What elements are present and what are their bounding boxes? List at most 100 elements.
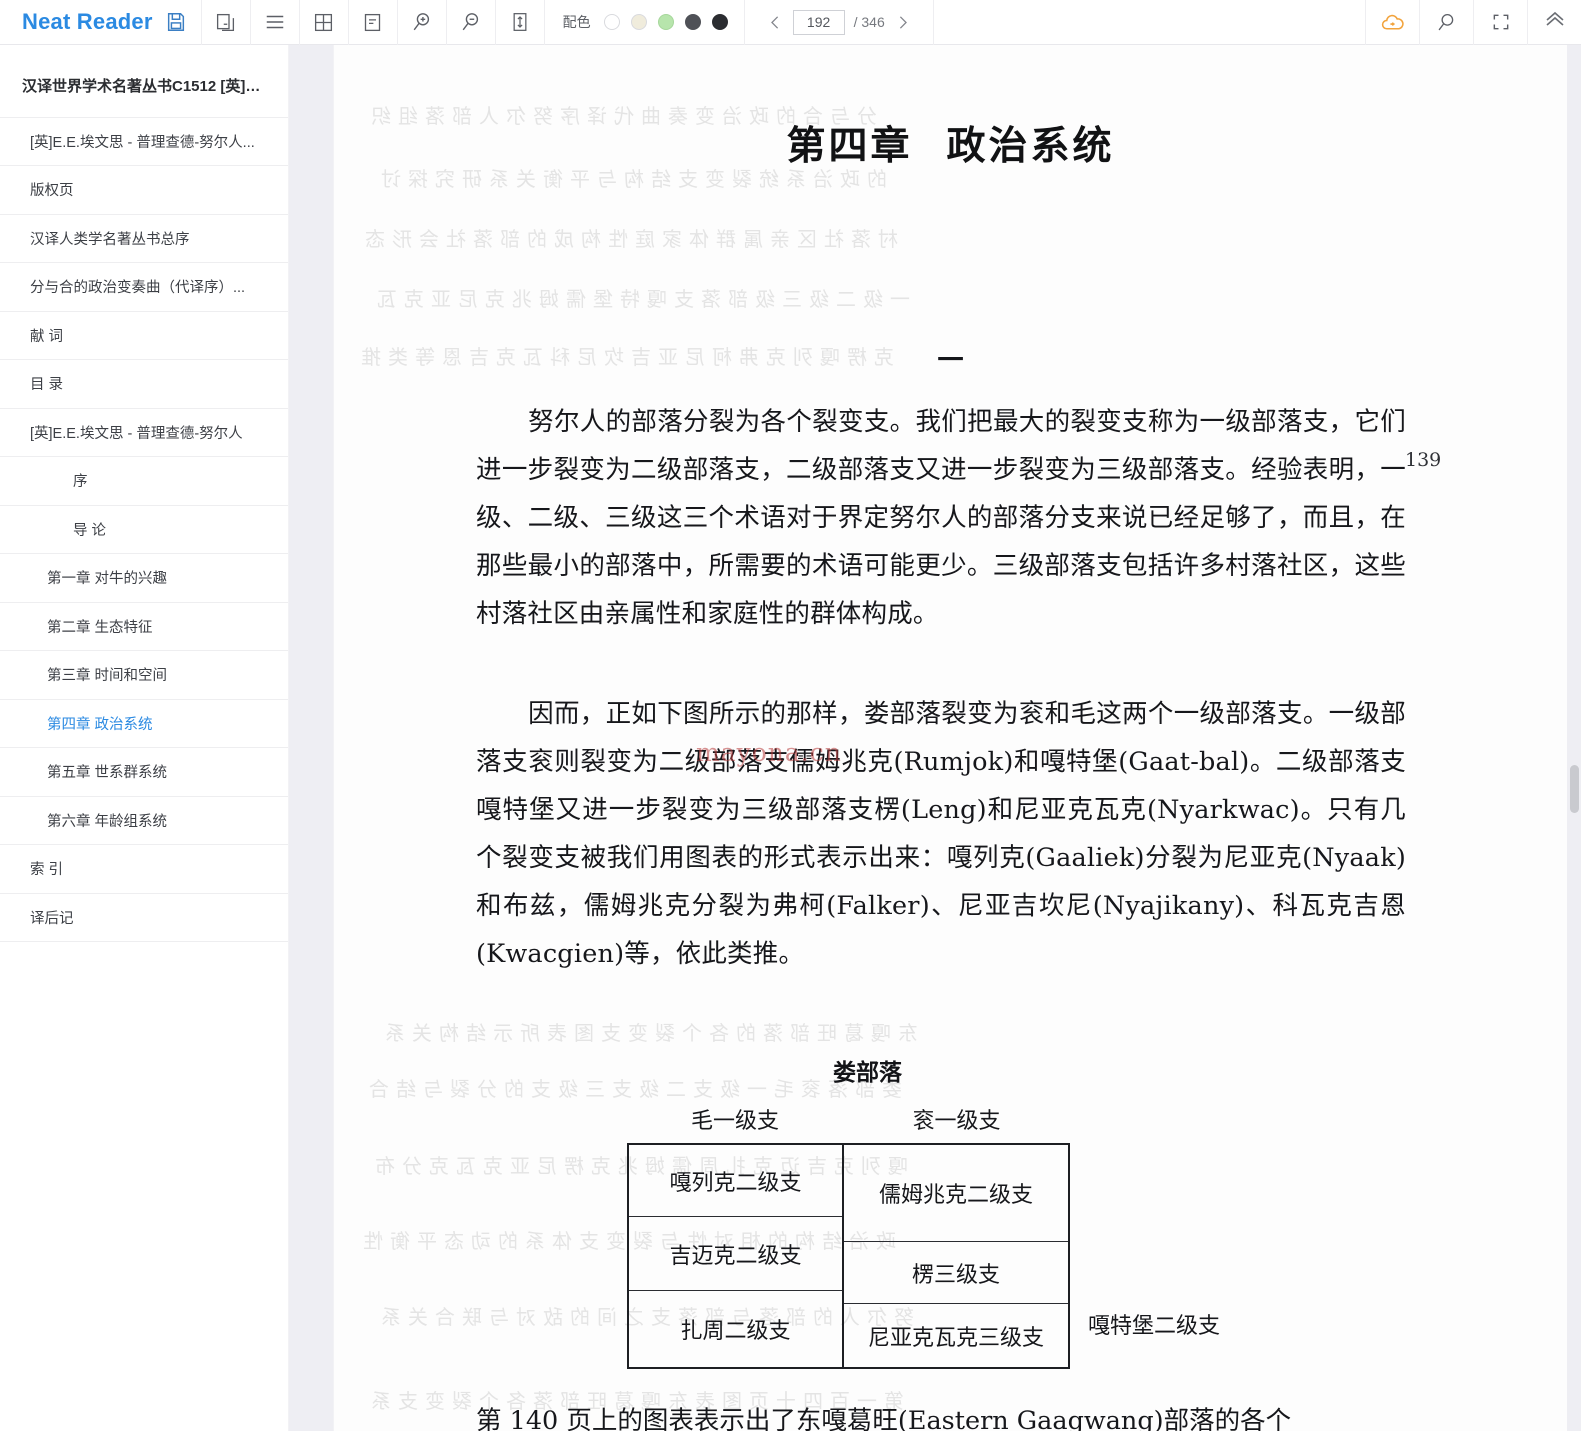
diagram-cell: 吉迈克二级支 [629,1217,843,1291]
page-total-label: / 346 [853,14,885,30]
printed-page-number: 139 [1405,449,1442,471]
toc-label: 索 引 [30,862,64,879]
cloud-sync-icon-button[interactable] [1365,0,1419,45]
sidebar-item-14[interactable]: 第六章 年龄组系统 [0,795,288,845]
fullscreen-icon-button[interactable] [1473,0,1527,45]
save-icon[interactable] [165,11,187,33]
app-title: Neat Reader [22,9,153,34]
toc-label: 第五章 世系群系统 [47,765,168,782]
book-title: 汉译世界学术名著丛书C1512 [英]E.E.... [22,78,287,95]
toolbar: Neat Reader 配色 192 / 346 [0,0,1581,45]
search-icon-button[interactable] [1419,0,1473,45]
toolbar-right-group [1365,0,1581,45]
toc-label: 版权页 [30,183,74,200]
sidebar-item-5[interactable]: 目 录 [0,359,288,408]
toc-label: 第四章 政治系统 [47,716,153,733]
showthrough-ghost: 一级二级三级部落支嘎特堡儒姆兆克尼亚克瓦 [370,287,910,311]
sidebar-gutter [288,45,334,1431]
paragraph-1-text: 努尔人的部落分裂为各个裂变支。我们把最大的裂变支称为一级部落支，它们进一步裂变为… [476,407,1406,629]
sidebar-item-6[interactable]: [英]E.E.埃文思 - 普理查德-努尔人 [0,407,288,457]
page-bottom-line: 第 140 页上的图表表示出了东嘎葛旺(Eastern Gaagwang)部落的… [476,1406,1292,1431]
brand-area: Neat Reader [0,0,202,45]
color-swatch-dark[interactable] [711,14,728,30]
vertical-scrollbar[interactable] [1567,45,1581,1431]
sidebar-item-7[interactable]: 序 [0,456,288,505]
toc-label: 第一章 对牛的兴趣 [47,571,168,588]
toc-label: 译后记 [30,910,74,927]
sidebar-item-8[interactable]: 导 论 [0,504,288,554]
scanned-page: 分与合的政治变奏曲代译序努尔人部落组织 的政治系统裂变支结构与平衡关系研究探讨 … [334,45,1567,1431]
toc-label: 序 [73,474,88,491]
toc-label: 汉译人类学名著丛书总序 [30,231,190,248]
sidebar-item-3[interactable]: 分与合的政治变奏曲（代译序）... [0,262,288,311]
showthrough-ghost: 村落社区亲属群体家庭性构成的部落社会形态 [358,227,898,251]
diagram-body: 嘎列克二级支 吉迈克二级支 扎周二级支 儒姆兆克二级支 楞三级支 尼亚克瓦克三级… [627,1143,1247,1369]
diagram-cell: 尼亚克瓦克三级支 [868,1325,1045,1351]
diagram-header-left: 毛一级支 [690,1109,779,1134]
notes-icon-button[interactable] [349,0,398,45]
diagram-table: 嘎列克二级支 吉迈克二级支 扎周二级支 儒姆兆克二级支 楞三级支 尼亚克瓦克三级… [627,1143,1070,1369]
color-swatch-white[interactable] [603,14,620,30]
diagram-left-column: 嘎列克二级支 吉迈克二级支 扎周二级支 [629,1145,845,1367]
page-number-input[interactable] [792,9,845,35]
diagram-header-right: 衮一级支 [912,1109,1001,1134]
section-number: 一 [937,346,964,376]
grid-icon-button[interactable] [300,0,349,45]
pager: / 346 [745,0,934,45]
lineage-diagram: 娄部落 毛一级支 衮一级支 嘎列克二级支 吉迈克二级支 扎周二级支 儒姆兆克二级… [334,1053,1567,1369]
sidebar-item-0[interactable]: [英]E.E.埃文思 - 普理查德-努尔人... [0,116,288,166]
toc-label: 导 论 [73,522,107,539]
sidebar-item-end [0,941,288,990]
sidebar-item-11[interactable]: 第三章 时间和空间 [0,650,288,699]
scrollbar-thumb[interactable] [1570,765,1579,813]
toc-label: 第三章 时间和空间 [47,668,168,685]
zoom-out-icon-button[interactable] [447,0,496,45]
diagram-title: 娄部落 [833,1059,902,1086]
toc-label: 分与合的政治变奏曲（代译序）... [30,280,246,297]
diagram-cell: 嘎列克二级支 [629,1145,843,1217]
sidebar-item-13[interactable]: 第五章 世系群系统 [0,747,288,796]
page-title: 第四章 政治系统 [334,115,1567,171]
next-page-button[interactable] [894,14,911,31]
zoom-in-icon-button[interactable] [398,0,447,45]
toc-label: 第六章 年龄组系统 [47,813,168,830]
chapter-prefix: 第四章 [786,123,913,169]
paragraph-2-text: 因而，正如下图所示的那样，娄部落裂变为衮和毛这两个一级部落支。一级部落支衮则裂变… [476,699,1406,969]
sidebar-item-15[interactable]: 索 引 [0,844,288,893]
toc-label: 目 录 [30,377,64,394]
diagram-right-column: 儒姆兆克二级支 楞三级支 尼亚克瓦克三级支 [844,1145,1068,1367]
chapter-name: 政治系统 [946,123,1115,169]
reader-page-area: 分与合的政治变奏曲代译序努尔人部落组织 的政治系统裂变支结构与平衡关系研究探讨 … [334,45,1567,1431]
toc-label: [英]E.E.埃文思 - 普理查德-努尔人 [30,425,243,442]
sidebar-item-2[interactable]: 汉译人类学名著丛书总序 [0,213,288,263]
sidebar-item-16[interactable]: 译后记 [0,892,288,942]
sidebar-item-12[interactable]: 第四章 政治系统 [0,698,288,748]
sidebar-item-4[interactable]: 献 词 [0,310,288,360]
fit-height-icon-button[interactable] [496,0,545,45]
menu-icon-button[interactable] [251,0,300,45]
color-swatch-green[interactable] [657,14,674,30]
toc-label: 献 词 [30,328,64,345]
paragraph-2: 因而，正如下图所示的那样，娄部落裂变为衮和毛这两个一级部落支。一级部落支衮则裂变… [476,690,1406,978]
toc-label: [英]E.E.埃文思 - 普理查德-努尔人... [30,134,255,151]
color-scheme-label: 配色 [562,14,591,30]
sidebar-item-1[interactable]: 版权页 [0,165,288,214]
diagram-cell: 扎周二级支 [680,1319,791,1344]
copy-icon-button[interactable] [202,0,251,45]
diagram-cell: 楞三级支 [844,1242,1068,1304]
color-scheme-group: 配色 [545,0,745,45]
sidebar-item-10[interactable]: 第二章 生态特征 [0,601,288,651]
sidebar-toc: 汉译世界学术名著丛书C1512 [英]E.E.... [英]E.E.埃文思 - … [0,45,288,1431]
diagram-column-headers: 毛一级支 衮一级支 [627,1103,1070,1135]
toc-label: 第二章 生态特征 [47,619,153,636]
sidebar-item-9[interactable]: 第一章 对牛的兴趣 [0,553,288,602]
diagram-cell: 儒姆兆克二级支 [844,1145,1068,1242]
color-swatch-gray[interactable] [684,14,701,30]
color-swatch-beige[interactable] [630,14,647,30]
collapse-up-icon-button[interactable] [1527,0,1581,45]
prev-page-button[interactable] [767,14,784,31]
paragraph-1: 努尔人的部落分裂为各个裂变支。我们把最大的裂变支称为一级部落支，它们进一步裂变为… [476,398,1406,638]
diagram-side-label: 嘎特堡二级支 [1088,1314,1221,1339]
showthrough-ghost: 东嘎葛旺部落的各个裂变支图表所示结构关系 [378,1021,918,1045]
